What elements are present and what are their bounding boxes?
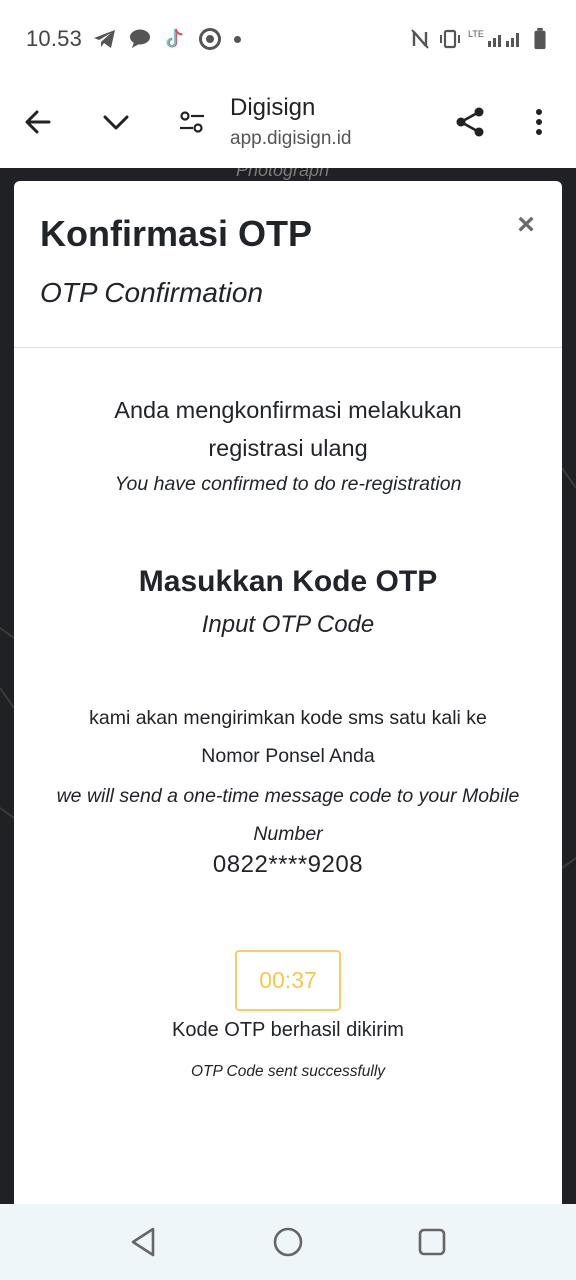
site-title: Digisign — [230, 94, 316, 121]
site-url: app.digisign.id — [230, 128, 352, 149]
sms-text: kami akan mengirimkan kode sms satu kali… — [89, 707, 487, 767]
status-bar: 10.53 LTE — [0, 0, 576, 78]
otp-modal: Konfirmasi OTP OTP Confirmation × Anda m… — [14, 181, 562, 1221]
status-time: 10.53 — [26, 26, 83, 51]
modal-subtitle: OTP Confirmation — [40, 277, 264, 308]
share-icon — [456, 107, 484, 137]
browser-toolbar — [0, 78, 576, 168]
otp-heading-en: Input OTP Code — [201, 611, 375, 638]
backdrop-text: Photograph — [236, 168, 330, 180]
vibrate-icon — [440, 29, 460, 49]
svg-text:LTE: LTE — [468, 29, 484, 39]
phone-number: 0822****9208 — [212, 851, 364, 878]
telegram-icon — [94, 30, 115, 48]
nav-recents-button[interactable] — [406, 1216, 458, 1268]
close-button[interactable]: × — [510, 209, 542, 241]
system-nav-bar — [0, 1204, 576, 1280]
back-button[interactable] — [14, 98, 62, 146]
tiktok-icon — [166, 28, 183, 48]
sms-text-en: we will send a one-time message code to … — [56, 785, 520, 845]
square-recents-icon — [418, 1228, 446, 1256]
chat-bubble-icon — [130, 29, 150, 48]
chevron-down-icon — [103, 115, 129, 130]
record-icon — [199, 28, 221, 50]
battery-icon — [534, 27, 546, 50]
share-button[interactable] — [446, 98, 494, 146]
sent-status-text-en: OTP Code sent successfully — [190, 1063, 386, 1080]
tune-icon — [180, 111, 204, 133]
nfc-icon — [411, 29, 429, 49]
modal-title: Konfirmasi OTP — [40, 213, 313, 254]
notification-dot — [234, 36, 241, 43]
otp-heading: Masukkan Kode OTP — [138, 565, 438, 598]
nav-home-button[interactable] — [262, 1216, 314, 1268]
close-icon: × — [517, 208, 535, 241]
otp-countdown-timer: 00:37 — [235, 950, 341, 1011]
lte-signal-icon: LTE — [468, 29, 519, 47]
sent-status-text: Kode OTP berhasil dikirim — [172, 1019, 404, 1041]
confirm-text-en: You have confirmed to do re-registration — [114, 473, 462, 495]
circle-home-icon — [273, 1227, 303, 1257]
more-vert-icon — [536, 109, 542, 135]
nav-back-button[interactable] — [117, 1216, 169, 1268]
more-options-button[interactable] — [515, 98, 563, 146]
minimize-button[interactable] — [92, 98, 140, 146]
site-settings-button[interactable] — [168, 98, 216, 146]
triangle-back-icon — [131, 1227, 155, 1257]
modal-header: Konfirmasi OTP OTP Confirmation × — [14, 181, 562, 348]
confirm-text: Anda mengkonfirmasi melakukan registrasi… — [114, 397, 462, 461]
arrow-left-icon — [25, 110, 51, 134]
